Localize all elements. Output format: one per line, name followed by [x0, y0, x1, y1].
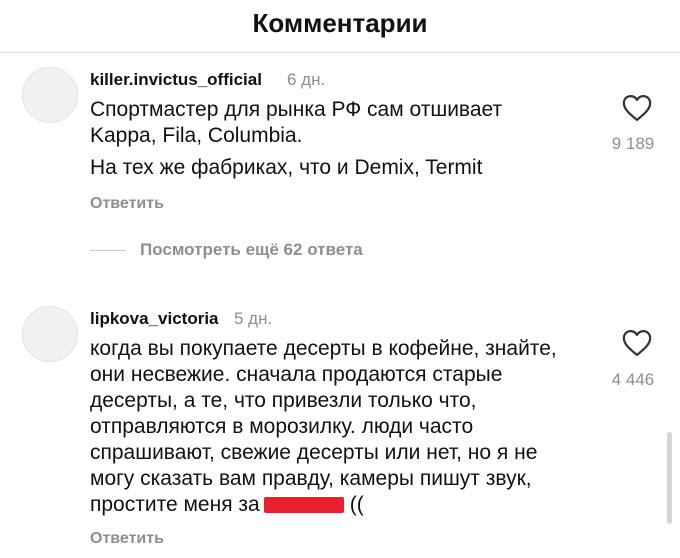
- comment-username[interactable]: lipkova_victoria: [90, 309, 219, 329]
- comment-text-fragment: ((: [349, 493, 364, 516]
- comments-header: Комментарии: [0, 0, 680, 50]
- redaction-mark: [263, 497, 344, 514]
- like-count: 4 446: [611, 370, 655, 389]
- comment-username[interactable]: killer.invictus_official: [90, 70, 262, 90]
- page-title: Комментарии: [252, 8, 428, 38]
- comment-text-line: Спортмастер для рынка РФ сам отшивает: [90, 98, 503, 121]
- replies-thread-line: [90, 250, 126, 251]
- comment-time: 6 дн.: [287, 70, 326, 89]
- like-count: 9 189: [611, 134, 655, 153]
- heart-outline-icon[interactable]: [622, 329, 652, 357]
- comment-text-line: десерты, а те, что привезли только что,: [90, 389, 477, 412]
- comment-text-line: простите меня за ((: [90, 492, 364, 518]
- comment-text-line: они несвежие. сначала продаются старые: [90, 363, 503, 386]
- header-divider: [0, 52, 680, 53]
- heart-outline-icon[interactable]: [622, 94, 652, 122]
- comment-text-line: отправляются в морозилку. люди часто: [90, 415, 474, 438]
- view-replies-button[interactable]: Посмотреть ещё 62 ответа: [140, 240, 363, 260]
- avatar[interactable]: [22, 67, 78, 123]
- reply-button[interactable]: Ответить: [90, 195, 164, 213]
- comment-text-line: спрашивают, свежие десерты или нет, но я…: [90, 441, 538, 464]
- comment-text-line: На тех же фабриках, что и Demix, Termit: [90, 156, 483, 179]
- comment-text-line: когда вы покупаете десерты в кофейне, зн…: [90, 337, 557, 360]
- comment-text-line: Kappa, Fila, Columbia.: [90, 124, 303, 147]
- reply-button[interactable]: Ответить: [90, 530, 164, 548]
- comment-time: 5 дн.: [234, 309, 273, 328]
- comment-text-fragment: простите меня за: [90, 493, 260, 516]
- comment-text-line: могу сказать вам правду, камеры пишут зв…: [90, 467, 532, 490]
- scrollbar[interactable]: [667, 432, 672, 524]
- avatar[interactable]: [22, 306, 78, 362]
